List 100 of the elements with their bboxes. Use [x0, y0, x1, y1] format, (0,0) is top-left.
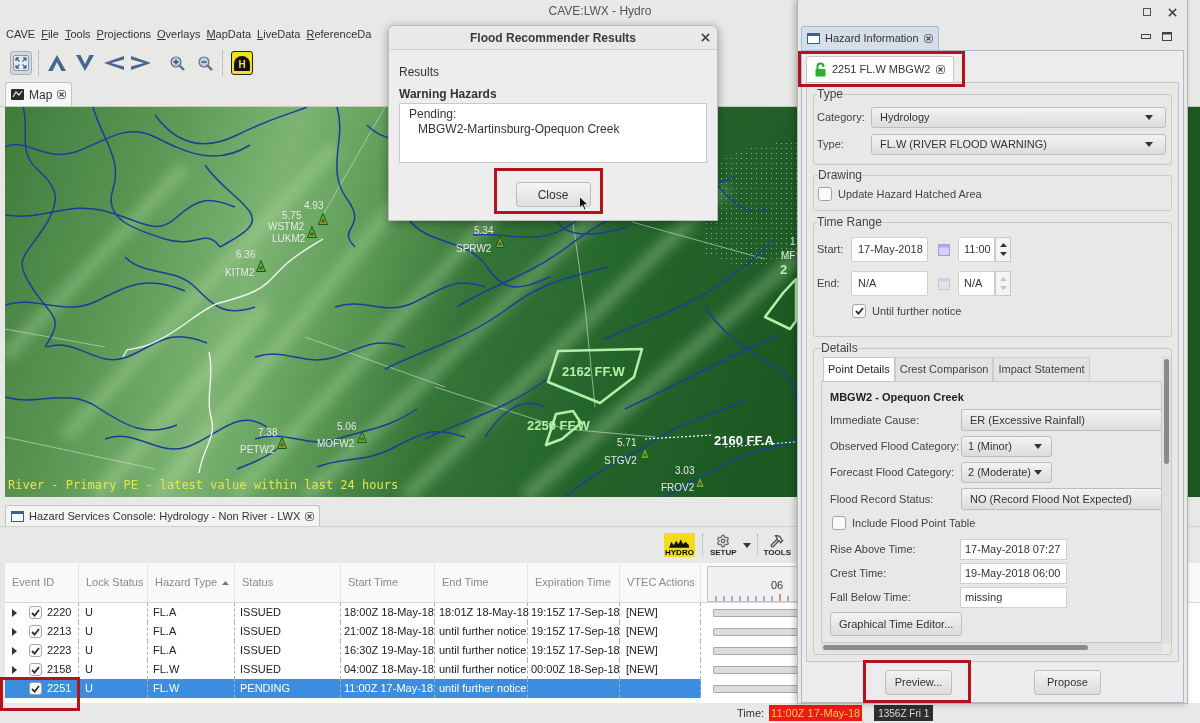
hazard-label: 2160 FF.A: [714, 434, 774, 448]
maximize-icon[interactable]: [1162, 32, 1172, 41]
hazard-label: 2: [780, 263, 788, 277]
minimize-icon[interactable]: [1141, 34, 1151, 39]
menu-item[interactable]: Tools: [64, 25, 91, 43]
time-field[interactable]: 11:00: [958, 237, 995, 262]
river-gauge-icon: [277, 437, 287, 449]
dropdown[interactable]: NO (Record Flood Not Expected): [961, 488, 1161, 510]
view-tab[interactable]: Hazard Information: [801, 26, 939, 50]
spin-up-icon: [999, 277, 1007, 282]
gauge-value: 6.36: [236, 250, 256, 260]
preview-button[interactable]: Preview...: [885, 669, 952, 695]
table-cell-text: 2223: [47, 643, 72, 659]
field-label: Observed Flood Category:: [830, 439, 960, 455]
sort-ascending-icon: [222, 580, 230, 585]
console-tab[interactable]: Hazard Services Console: Hydrology - Non River - LWX: [5, 505, 321, 526]
close-icon[interactable]: [923, 34, 933, 43]
checkbox[interactable]: [29, 606, 42, 619]
gauge-label: WSTM2: [268, 222, 305, 232]
table-cell-text: 2251: [47, 681, 72, 697]
checkbox[interactable]: [29, 625, 42, 638]
map-tab[interactable]: Map: [5, 82, 73, 106]
list-item[interactable]: MBGW2-Martinsburg-Opequon Creek: [418, 122, 620, 137]
menu-item[interactable]: File: [41, 25, 59, 43]
menu-item[interactable]: ReferenceDa: [306, 25, 372, 43]
propose-button[interactable]: Propose: [1034, 669, 1101, 695]
details-tab[interactable]: Point Details: [823, 357, 895, 381]
hammer-icon: [770, 534, 785, 548]
text-field[interactable]: 19-May-2018 06:00: [960, 563, 1067, 584]
vertical-scrollbar[interactable]: [1162, 356, 1171, 643]
text-field[interactable]: 17-May-2018 07:27: [960, 539, 1067, 560]
river-gauge-icon: [695, 476, 705, 488]
column-header[interactable]: Start Time: [348, 574, 399, 591]
details-tab[interactable]: Impact Statement: [993, 357, 1090, 381]
date-field[interactable]: 17-May-2018: [851, 237, 928, 262]
expand-icon[interactable]: [12, 627, 17, 636]
caret-icon: [1145, 115, 1153, 120]
caret-icon: [1034, 444, 1042, 449]
mouse-cursor-icon: [579, 196, 589, 211]
gauge-label: PETW2: [240, 445, 275, 455]
details-tab[interactable]: Crest Comparison: [894, 357, 994, 381]
expand-icon[interactable]: [12, 665, 17, 674]
checkbox[interactable]: [29, 663, 42, 676]
hydro-button[interactable]: HYDRO: [664, 533, 695, 557]
dialog-title: Flood Recommender Results: [470, 29, 636, 47]
close-icon[interactable]: [701, 33, 710, 42]
checkbox[interactable]: [818, 187, 832, 201]
list-item[interactable]: Pending:: [409, 107, 457, 122]
table-cell-text: 2158: [47, 662, 72, 678]
hydro-button[interactable]: H: [231, 51, 253, 75]
chevron-up-icon: [48, 55, 66, 71]
text-field[interactable]: missing: [960, 587, 1067, 608]
caret-icon: [1145, 142, 1153, 147]
checkbox[interactable]: [29, 682, 42, 695]
close-button[interactable]: Close: [515, 182, 591, 207]
field-label: Start:: [817, 242, 845, 258]
dropdown[interactable]: FL.W (RIVER FLOOD WARNING): [871, 134, 1166, 155]
menu-item[interactable]: CAVE: [6, 25, 36, 43]
close-icon[interactable]: [305, 511, 315, 521]
river-gauge-icon: [307, 226, 317, 238]
menu-item[interactable]: MapData: [206, 25, 252, 43]
menu-item[interactable]: Projections: [96, 25, 151, 43]
gauge-value: 5.71: [617, 438, 637, 448]
gauge-value: 7.38: [258, 428, 278, 438]
maximize-icon[interactable]: [1143, 8, 1151, 16]
checkbox[interactable]: [832, 516, 846, 530]
column-header[interactable]: Event ID: [12, 574, 55, 591]
check-icon: [31, 646, 40, 655]
horizontal-scrollbar[interactable]: [821, 643, 1162, 652]
checkbox[interactable]: [852, 304, 866, 318]
dropdown[interactable]: 2 (Moderate): [961, 462, 1052, 483]
gauge-label: STGV2: [604, 456, 637, 466]
tools-button[interactable]: TOOLS: [762, 533, 792, 557]
event-tab[interactable]: 2251 FL.W MBGW2: [806, 56, 955, 82]
clock-display: 1356Z Fri 1: [874, 705, 934, 721]
fit-view-button[interactable]: [10, 51, 32, 75]
time-spinner[interactable]: [995, 237, 1011, 262]
menu-item[interactable]: LiveData: [257, 25, 301, 43]
field-label: Forecast Flood Category:: [830, 465, 956, 481]
list-label: Warning Hazards: [399, 87, 497, 101]
menu-item[interactable]: Overlays: [157, 25, 201, 43]
expand-icon[interactable]: [12, 646, 17, 655]
close-icon[interactable]: [1168, 7, 1177, 17]
time-editor-button[interactable]: Graphical Time Editor...: [830, 612, 963, 636]
dropdown[interactable]: Hydrology: [871, 107, 1166, 128]
caret-icon: [1034, 470, 1042, 475]
close-icon[interactable]: [936, 65, 946, 74]
expand-icon[interactable]: [12, 608, 17, 617]
gauge-value: 3.03: [675, 466, 695, 476]
check-icon: [31, 684, 40, 693]
dropdown[interactable]: 1 (Minor): [961, 436, 1052, 457]
close-icon[interactable]: [57, 90, 67, 99]
hazard-area: [763, 277, 798, 331]
gauge-label: MF: [781, 251, 796, 261]
checkbox[interactable]: [29, 644, 42, 657]
caret-icon: [742, 542, 751, 548]
table-cell: until further notice: [435, 679, 528, 698]
hazard-label: 2162 FF.W: [562, 365, 625, 379]
setup-button[interactable]: SETUP: [708, 533, 738, 557]
dropdown[interactable]: ER (Excessive Rainfall): [961, 409, 1161, 431]
